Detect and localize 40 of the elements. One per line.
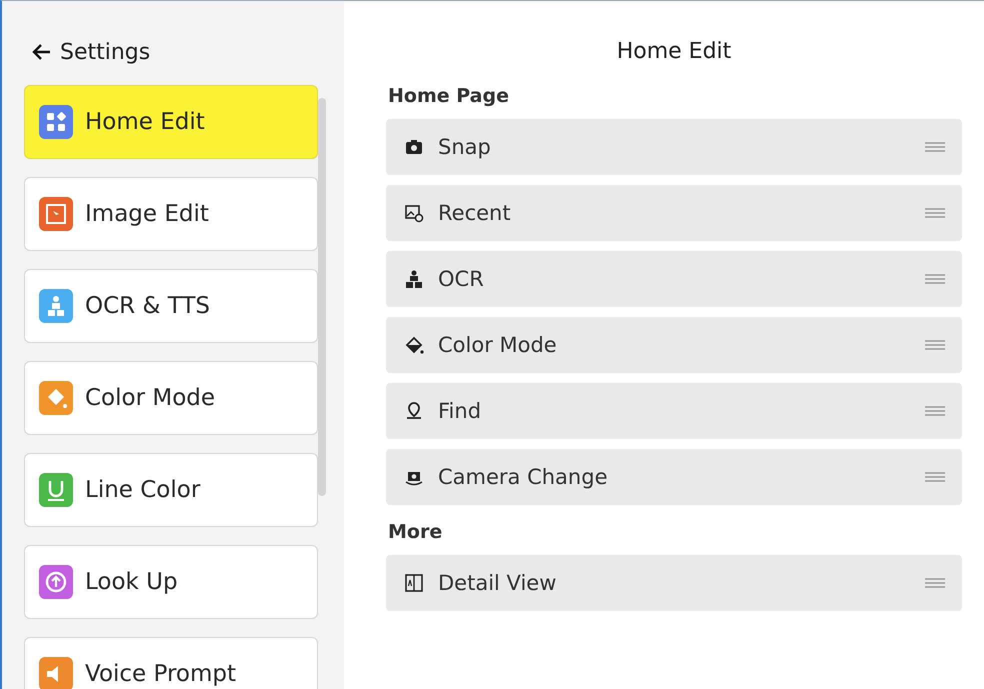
home-item-row[interactable]: Detail View <box>386 555 962 611</box>
item-label: Detail View <box>438 571 558 595</box>
back-button[interactable]: Settings <box>32 35 150 69</box>
sidebar-item[interactable]: Image Edit <box>24 177 318 251</box>
home-item-row[interactable]: Recent <box>386 185 962 241</box>
item-label: OCR <box>438 267 485 291</box>
drag-handle-icon[interactable] <box>924 577 946 589</box>
scrollbar[interactable] <box>318 98 326 496</box>
camera-icon <box>404 137 424 157</box>
back-arrow-icon <box>32 42 52 62</box>
paint-bucket-icon <box>404 335 424 355</box>
home-item-row[interactable]: Color Mode <box>386 317 962 373</box>
drag-handle-icon[interactable] <box>924 339 946 351</box>
people-icon <box>404 269 424 289</box>
home-item-row[interactable]: OCR <box>386 251 962 307</box>
item-label: Find <box>438 399 482 423</box>
location-pin-icon <box>404 401 424 421</box>
section-heading: Home Page <box>388 85 510 107</box>
page-title: Home Edit <box>616 38 732 66</box>
item-label: Snap <box>438 135 492 159</box>
drag-handle-icon[interactable] <box>924 273 946 285</box>
item-label: Camera Change <box>438 465 608 489</box>
image-clock-icon <box>404 203 424 223</box>
home-item-row[interactable]: Find <box>386 383 962 439</box>
home-item-row[interactable]: Snap <box>386 119 962 175</box>
drag-handle-icon[interactable] <box>924 471 946 483</box>
sidebar-item[interactable]: Color Mode <box>24 361 318 435</box>
sidebar-item[interactable]: Look Up <box>24 545 318 619</box>
item-label: Recent <box>438 201 512 225</box>
document-icon <box>404 573 424 593</box>
drag-handle-icon[interactable] <box>924 141 946 153</box>
sidebar-item[interactable]: OCR & TTS <box>24 269 318 343</box>
sidebar-item[interactable]: Voice Prompt <box>24 637 318 689</box>
sidebar-item[interactable]: Line Color <box>24 453 318 527</box>
home-item-row[interactable]: Camera Change <box>386 449 962 505</box>
drag-handle-icon[interactable] <box>924 207 946 219</box>
drag-handle-icon[interactable] <box>924 405 946 417</box>
section-heading: More <box>388 521 444 543</box>
sidebar-item[interactable]: Home Edit <box>24 85 318 159</box>
item-label: Color Mode <box>438 333 558 357</box>
